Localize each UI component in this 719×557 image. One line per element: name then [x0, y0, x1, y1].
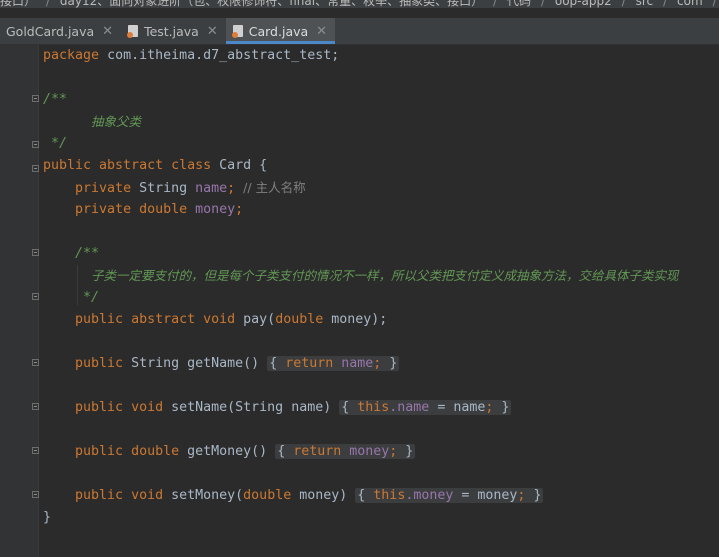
tab-goldcard[interactable]: GoldCard.java ✕	[0, 18, 121, 44]
fold-marker-icon[interactable]	[32, 403, 39, 410]
code-line: /**	[43, 92, 68, 107]
code-line: public double getMoney() { return money;…	[75, 444, 416, 459]
folded-body[interactable]: { this.name = name; }	[339, 400, 512, 415]
tab-test[interactable]: Test.java ✕	[121, 18, 226, 44]
breadcrumb-item[interactable]: com	[677, 0, 703, 8]
editor-gutter[interactable]	[0, 45, 39, 557]
breadcrumb-item[interactable]: 接口）	[0, 0, 36, 8]
fold-marker-icon[interactable]	[32, 165, 39, 172]
close-icon[interactable]: ✕	[316, 24, 327, 39]
fold-marker-icon[interactable]	[32, 141, 39, 148]
close-icon[interactable]: ✕	[207, 24, 218, 39]
code-line: public String getName() { return name; }	[75, 356, 400, 371]
tab-label: Test.java	[144, 23, 199, 39]
code-line: package com.itheima.d7_abstract_test;	[43, 48, 340, 63]
breadcrumb-item[interactable]: day12、面向对象进阶（包、权限修饰符、final、常量、枚举、抽象类、接口）	[60, 0, 483, 8]
folded-body[interactable]: { return name; }	[267, 356, 400, 371]
fold-marker-icon[interactable]	[32, 447, 39, 454]
close-icon[interactable]: ✕	[102, 24, 113, 39]
breadcrumb-item[interactable]: oop-app2	[555, 0, 612, 8]
tab-card[interactable]: Card.java ✕	[225, 18, 336, 44]
fold-marker-icon[interactable]	[32, 293, 39, 300]
code-line: public abstract void pay(double money);	[75, 312, 388, 327]
folded-body[interactable]: { return money; }	[275, 444, 416, 459]
breadcrumb: 接口） / day12、面向对象进阶（包、权限修饰符、final、常量、枚举、抽象…	[0, 0, 719, 8]
code-line: public void setName(String name) { this.…	[75, 400, 512, 415]
fold-marker-icon[interactable]	[32, 359, 39, 366]
breadcrumb-item[interactable]: src	[636, 0, 654, 8]
editor-tab-bar: GoldCard.java ✕ Test.java ✕ Card.java ✕	[0, 18, 719, 45]
code-line: */	[43, 136, 68, 151]
java-file-icon	[231, 24, 244, 38]
code-line: public void setMoney(double money) { thi…	[75, 488, 544, 503]
code-line: /**	[75, 246, 100, 261]
code-line: private double money;	[75, 202, 244, 217]
fold-marker-icon[interactable]	[32, 249, 39, 256]
code-line: */	[75, 290, 100, 305]
code-line: public abstract class Card {	[43, 158, 268, 173]
code-line: private String name; // 主人名称	[75, 180, 306, 196]
tab-label: GoldCard.java	[6, 23, 95, 39]
code-line: 抽象父类	[91, 114, 142, 129]
fold-marker-icon[interactable]	[32, 95, 39, 102]
fold-marker-icon[interactable]	[32, 491, 39, 498]
code-line: }	[43, 510, 52, 525]
java-file-icon	[127, 24, 139, 38]
code-line: 子类一定要支付的，但是每个子类支付的情况不一样，所以父类把支付定义成抽象方法，交…	[91, 268, 679, 283]
folded-body[interactable]: { this.money = money; }	[355, 488, 544, 503]
breadcrumb-item[interactable]: 代码	[507, 0, 531, 8]
code-editor[interactable]: package com.itheima.d7_abstract_test; /*…	[39, 45, 719, 557]
tab-label: Card.java	[248, 23, 309, 39]
